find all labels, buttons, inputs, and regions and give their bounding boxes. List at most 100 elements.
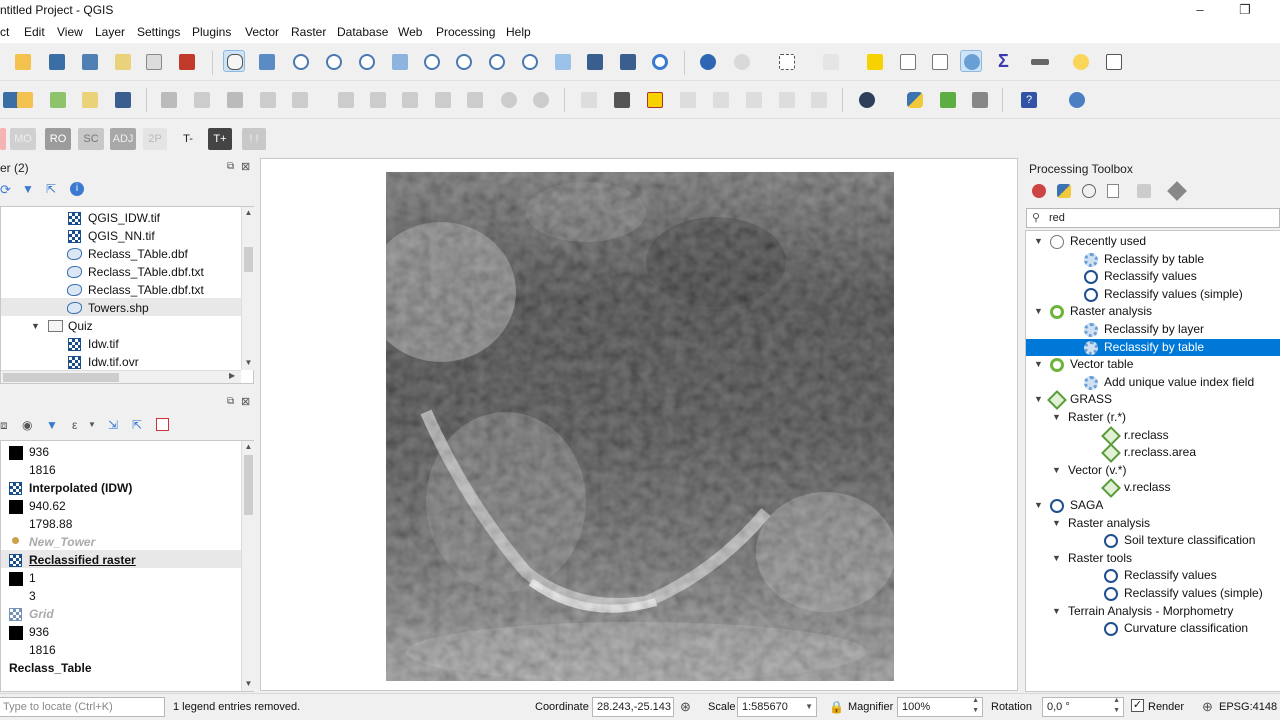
toolbox-algorithm[interactable]: Reclassify by table [1104,339,1204,357]
browser-item[interactable]: QGIS_IDW.tif [88,209,160,227]
manage-visibility-icon[interactable]: ◉ [22,418,32,432]
menu-processing[interactable]: Processing [436,25,495,39]
float-panel-icon[interactable]: ⧉ [227,396,234,407]
show-hide-labels-icon[interactable] [710,89,732,111]
redo-icon[interactable] [530,89,552,111]
save-project-icon[interactable] [46,51,68,73]
modify-attributes-icon[interactable] [335,89,357,111]
toolbox-algorithm[interactable]: Curvature classification [1124,620,1248,638]
zoom-next-icon[interactable] [519,51,541,73]
toolbox-group[interactable]: Raster analysis [1070,303,1152,321]
expand-arrow-icon[interactable]: ▼ [1052,606,1061,616]
scale-field[interactable]: 1:585670 ▼ [737,697,817,717]
new-bookmark-icon[interactable] [584,51,606,73]
render-checkbox[interactable]: ✓ [1131,699,1144,712]
restore-button[interactable]: ❐ [1230,2,1260,20]
zoom-last-icon[interactable] [486,51,508,73]
expand-arrow-icon[interactable]: ▼ [1052,465,1061,475]
toolbox-algorithm[interactable]: r.reclass.area [1124,444,1196,462]
add-feature-icon[interactable] [257,89,279,111]
toolbox-algorithm[interactable]: Add unique value index field [1104,374,1254,392]
expand-arrow-icon[interactable]: ▼ [1052,518,1061,528]
georeferencer-icon[interactable] [1066,89,1088,111]
edit-features-in-place-icon[interactable] [1137,184,1151,198]
expand-arrow-icon[interactable]: ▼ [1052,553,1061,563]
close-panel-icon[interactable]: ⊠ [241,160,250,173]
menu-web[interactable]: Web [398,25,422,39]
minimize-button[interactable]: – [1185,2,1215,20]
save-as-icon[interactable] [79,51,101,73]
expand-arrow-icon[interactable]: ▼ [1034,500,1043,510]
browser-item[interactable]: Idw.tif.ovr [88,353,139,371]
globe-plugin-icon[interactable] [856,89,878,111]
history-icon[interactable] [1082,184,1096,198]
menu-database[interactable]: Database [337,25,388,39]
layer-item[interactable]: New_Tower [29,533,95,551]
toolbox-group[interactable]: SAGA [1070,497,1103,515]
toolbox-algorithm[interactable]: Reclassify values [1124,567,1217,585]
zoom-full-icon[interactable] [389,51,411,73]
help-icon[interactable]: ? [1018,89,1040,111]
collapse-arrow-icon[interactable]: ▼ [31,321,40,331]
new-temp-layer-icon[interactable] [112,89,134,111]
identify-features-icon[interactable] [697,51,719,73]
toolbox-group[interactable]: Terrain Analysis - Morphometry [1068,603,1233,621]
expand-all-icon[interactable]: ⇲ [108,418,118,432]
menu-plugins[interactable]: Plugins [192,25,231,39]
scroll-down-icon[interactable]: ▼ [242,679,255,688]
info-icon[interactable]: i [70,182,84,196]
map-tips-icon[interactable] [1070,51,1092,73]
map-canvas[interactable] [260,158,1018,691]
layer-item[interactable]: Reclass_Table [9,659,92,677]
menu-project[interactable]: ct [0,25,9,39]
toolbox-algorithm[interactable]: Reclassify by layer [1104,321,1204,339]
layer-labeling-icon[interactable] [611,89,633,111]
rotation-field[interactable]: 0,0 ° ▲ ▼ [1042,697,1124,717]
new-print-layout-icon[interactable] [112,51,134,73]
zoom-native-icon[interactable] [356,51,378,73]
select-by-value-icon[interactable] [820,51,842,73]
toolbox-algorithm[interactable]: Reclassify by table [1104,251,1204,269]
toolbox-group[interactable]: Raster analysis [1068,515,1150,533]
expand-arrow-icon[interactable]: ▼ [1034,394,1043,404]
toolbox-group[interactable]: Recently used [1070,233,1146,251]
toolbox-group[interactable]: GRASS [1070,391,1112,409]
coordinate-field[interactable]: 28.243,-25.143 [592,697,674,717]
toolbox-algorithm[interactable]: Soil texture classification [1124,532,1255,550]
mo-button[interactable]: MO [10,128,36,150]
pan-map-icon[interactable] [223,50,245,72]
sc-button[interactable]: SC [78,128,104,150]
toolbox-group[interactable]: Vector (v.*) [1068,462,1126,480]
chevron-down-icon[interactable]: ▼ [805,698,813,716]
cut-features-icon[interactable] [399,89,421,111]
measure-line-icon[interactable] [1028,51,1050,73]
browser-item[interactable]: Reclass_TAble.dbf.txt [88,281,204,299]
highlight-labels-icon[interactable] [644,89,666,111]
vertex-tool-icon[interactable] [289,89,311,111]
menu-help[interactable]: Help [506,25,531,39]
action-icon[interactable] [731,51,753,73]
menu-layer[interactable]: Layer [95,25,125,39]
deselect-features-icon[interactable] [864,51,886,73]
menu-vector[interactable]: Vector [245,25,279,39]
zoom-in-icon[interactable] [290,51,312,73]
toolbox-algorithm[interactable]: Reclassify values (simple) [1104,286,1243,304]
toolbox-algorithm[interactable]: v.reclass [1124,479,1170,497]
text-annotation-icon[interactable] [1103,51,1125,73]
plugin-layer-icon[interactable] [937,89,959,111]
spinner-icon[interactable]: ▲ ▼ [972,696,979,716]
pan-to-selection-icon[interactable] [256,51,278,73]
scroll-down-icon[interactable]: ▼ [242,358,255,367]
toolbox-algorithm[interactable]: Reclassify values [1104,268,1197,286]
scripts-icon[interactable] [1057,184,1071,198]
browser-hscrollbar[interactable]: ▶ [1,370,241,383]
lock-scale-icon[interactable]: 🔒 [829,700,844,714]
close-panel-icon[interactable]: ⊠ [241,395,250,408]
collapse-all-icon[interactable]: ⇱ [132,418,142,432]
toolbox-algorithm[interactable]: r.reclass [1124,427,1169,445]
browser-item[interactable]: Towers.shp [88,299,149,317]
style-manager-icon[interactable] [176,51,198,73]
chip-left-edge[interactable] [0,128,6,150]
remove-layer-icon[interactable] [156,418,169,431]
toolbox-group[interactable]: Raster tools [1068,550,1132,568]
